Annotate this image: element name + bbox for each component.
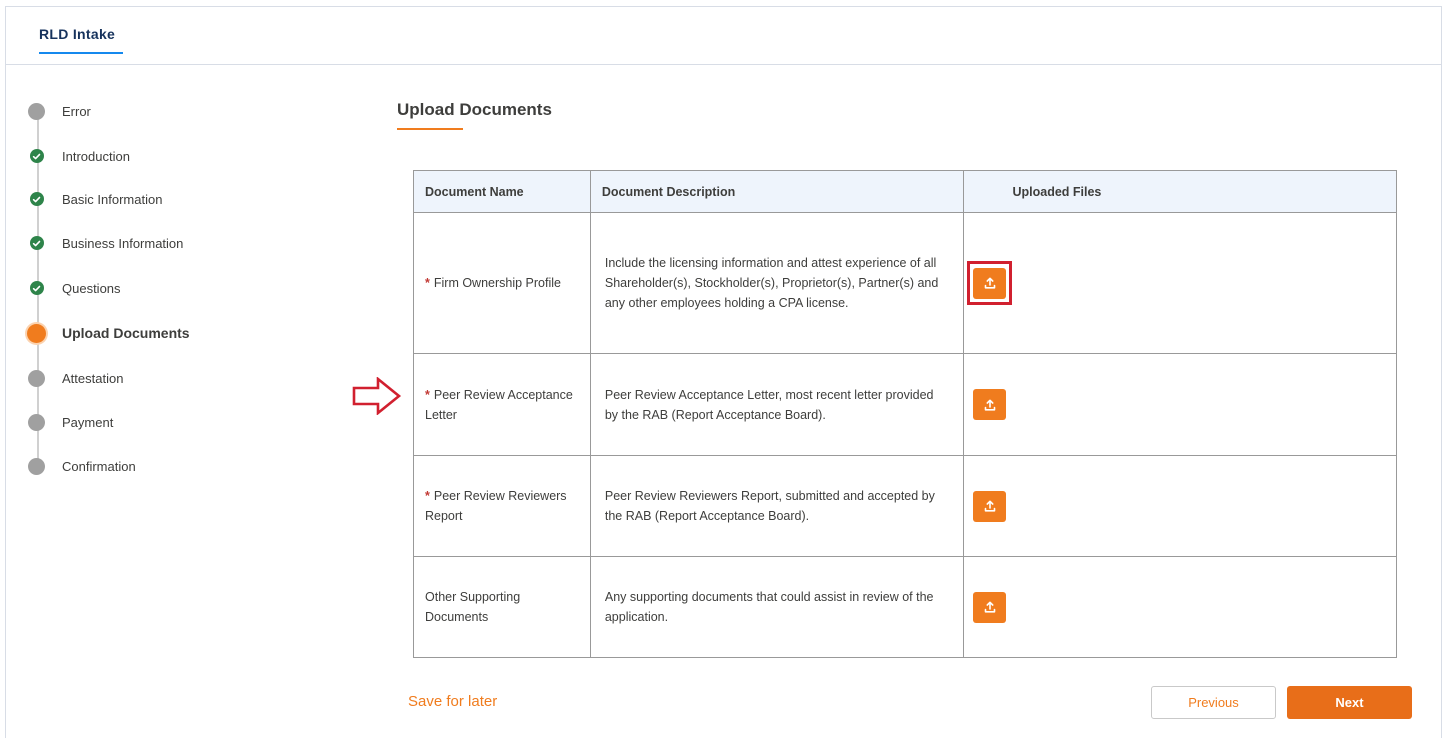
document-description: Peer Review Reviewers Report, submitted … <box>589 455 965 557</box>
upload-button[interactable] <box>973 389 1007 420</box>
upload-icon <box>983 276 997 290</box>
step-label: Payment <box>62 414 114 430</box>
step-label: Upload Documents <box>62 325 190 341</box>
documents-table: Document Name Document Description Uploa… <box>413 170 1397 658</box>
step-label: Basic Information <box>62 191 163 207</box>
tab-active-indicator <box>39 52 123 54</box>
page-title: Upload Documents <box>397 100 552 119</box>
header: RLD Intake <box>6 7 1441 65</box>
document-name: Firm Ownership Profile <box>433 276 561 290</box>
document-name-cell: Other Supporting Documents <box>413 556 591 658</box>
uploaded-files-cell <box>963 556 1397 658</box>
document-description: Include the licensing information and at… <box>589 212 965 354</box>
document-name-cell: * Peer Review Acceptance Letter <box>413 353 591 456</box>
upload-button[interactable] <box>973 267 1007 299</box>
current-step-dot <box>27 323 46 343</box>
upload-button[interactable] <box>973 490 1007 522</box>
next-button[interactable]: Next <box>1287 686 1412 719</box>
uploaded-files-cell <box>963 353 1397 456</box>
check-icon <box>29 281 44 295</box>
table-row: * Firm Ownership Profile Include the licen… <box>413 212 1397 354</box>
table-row: * Peer Review Reviewers Report Peer Review… <box>413 455 1397 557</box>
table-row: Other Supporting Documents Any supporting… <box>413 556 1397 658</box>
document-name: Peer Review Acceptance Letter <box>425 387 573 422</box>
required-asterisk: * <box>425 387 430 402</box>
document-name-cell: * Firm Ownership Profile <box>413 212 591 354</box>
step-questions[interactable]: Questions <box>28 278 121 298</box>
pending-step-dot <box>28 102 45 120</box>
document-description: Any supporting documents that could assi… <box>589 556 965 658</box>
tab-rld-intake[interactable]: RLD Intake <box>39 26 115 42</box>
upload-icon <box>983 398 997 412</box>
step-attestation[interactable]: Attestation <box>28 368 123 388</box>
step-introduction[interactable]: Introduction <box>28 146 130 166</box>
step-business-information[interactable]: Business Information <box>28 233 183 253</box>
highlight-box <box>967 261 1013 305</box>
step-label: Introduction <box>62 148 130 164</box>
uploaded-files-cell <box>963 455 1397 557</box>
header-document-description: Document Description <box>589 170 965 213</box>
right-arrow-outline-icon <box>352 377 402 415</box>
check-icon <box>29 236 44 250</box>
required-asterisk: * <box>425 489 430 503</box>
step-error[interactable]: Error <box>28 101 91 121</box>
upload-icon <box>983 499 997 513</box>
header-uploaded-files: Uploaded Files <box>963 170 1397 213</box>
document-description: Peer Review Acceptance Letter, most rece… <box>589 353 965 456</box>
pending-step-dot <box>28 369 45 387</box>
save-for-later-link[interactable]: Save for later <box>408 693 497 710</box>
title-underline <box>397 128 463 130</box>
check-icon <box>29 149 44 163</box>
document-name: Other Supporting Documents <box>425 590 521 624</box>
upload-icon <box>983 600 997 614</box>
upload-button[interactable] <box>973 591 1007 623</box>
pending-step-dot <box>28 457 45 475</box>
table-row: * Peer Review Acceptance Letter Peer Revie… <box>413 353 1397 456</box>
document-name: Peer Review Reviewers Report <box>425 489 567 523</box>
step-basic-information[interactable]: Basic Information <box>28 189 162 209</box>
uploaded-files-cell <box>963 212 1397 354</box>
pending-step-dot <box>28 413 45 431</box>
check-icon <box>29 192 44 206</box>
required-asterisk: * <box>425 276 430 290</box>
step-confirmation[interactable]: Confirmation <box>28 456 136 476</box>
step-label: Business Information <box>62 235 184 251</box>
step-label: Error <box>62 103 91 119</box>
step-label: Confirmation <box>62 458 136 474</box>
header-document-name: Document Name <box>413 170 591 213</box>
step-label: Attestation <box>62 370 124 386</box>
table-header-row: Document Name Document Description Uploa… <box>413 170 1397 213</box>
step-payment[interactable]: Payment <box>28 412 113 432</box>
document-name-cell: * Peer Review Reviewers Report <box>413 455 591 557</box>
step-upload-documents[interactable]: Upload Documents <box>27 323 190 343</box>
step-label: Questions <box>62 280 121 296</box>
previous-button[interactable]: Previous <box>1151 686 1276 719</box>
